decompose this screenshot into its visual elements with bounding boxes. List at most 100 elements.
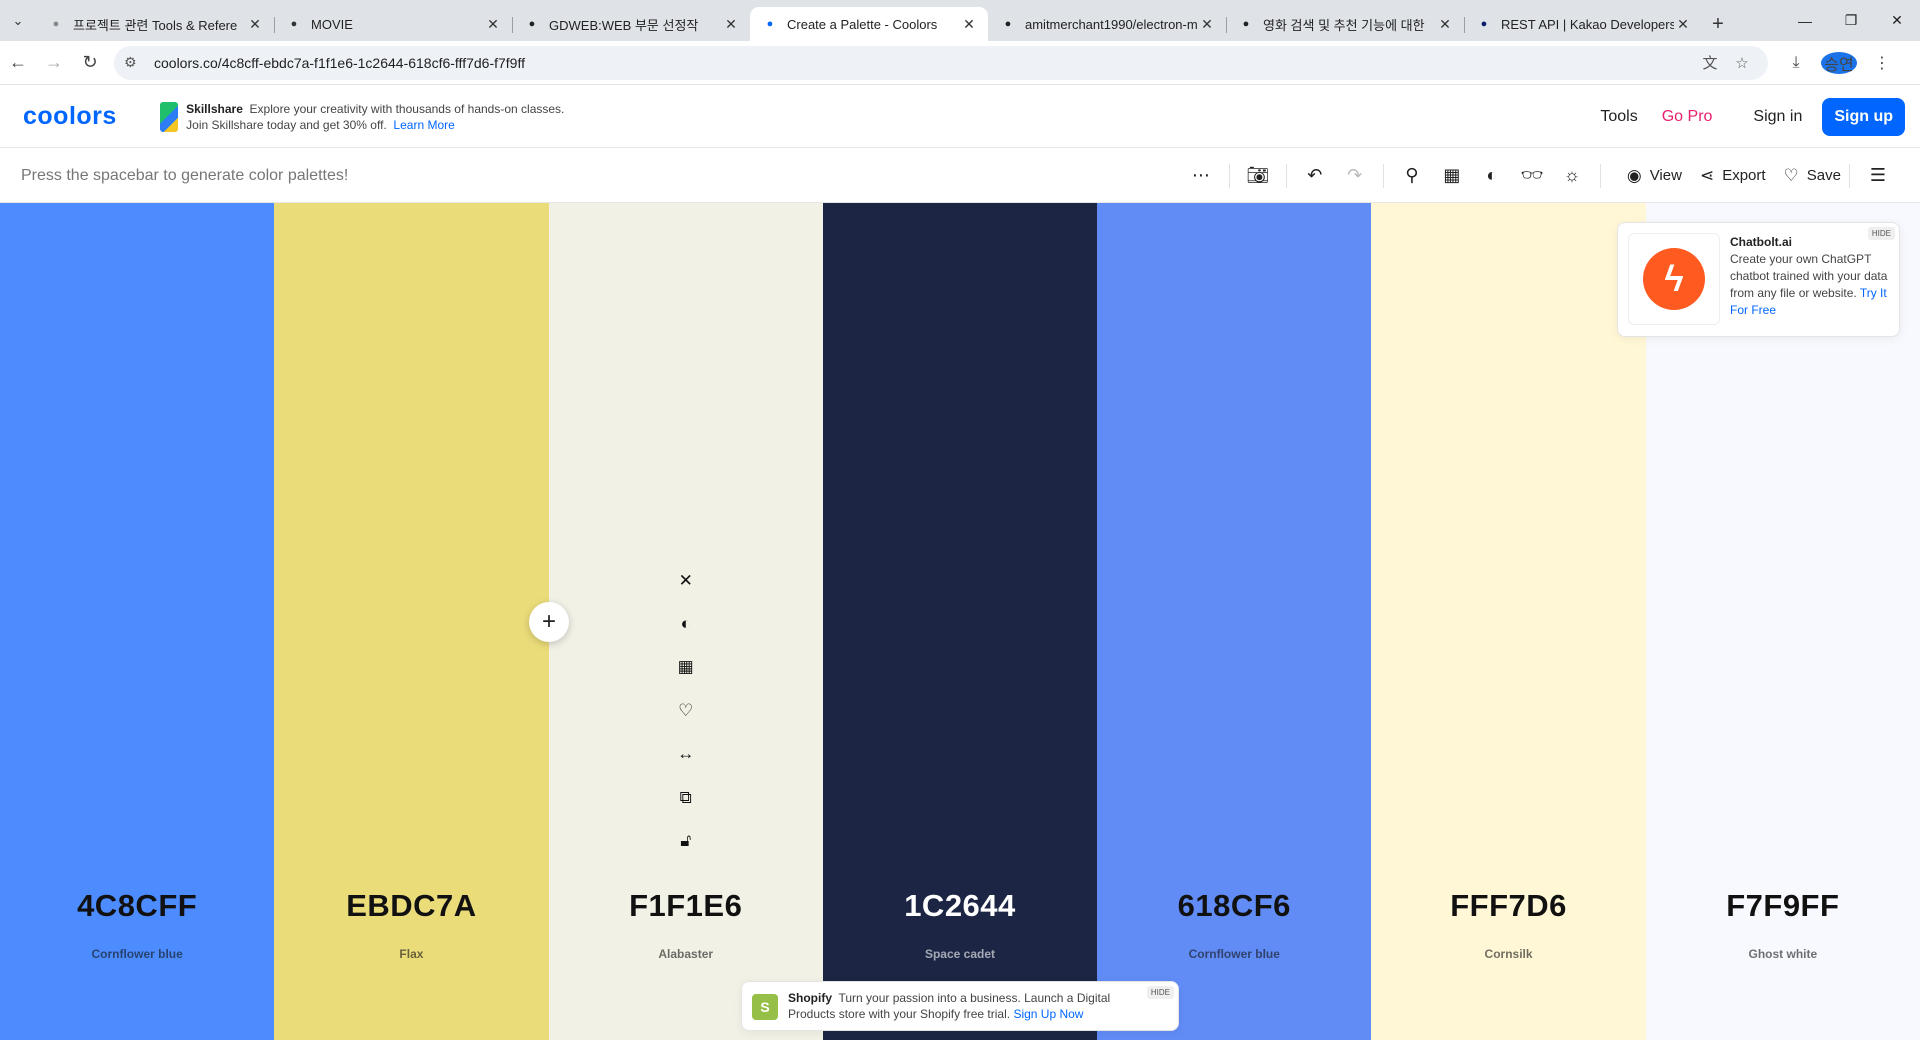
view-shades-icon[interactable]: ▦ (678, 646, 694, 689)
color-hex-code[interactable]: 1C2644 (823, 888, 1097, 924)
contrast-shades-icon[interactable]: ◐ (681, 602, 691, 645)
color-hex-code[interactable]: F7F9FF (1646, 888, 1920, 924)
go-pro-link[interactable]: Go Pro (1662, 108, 1713, 126)
address-bar: ← → ↻ ⚙ coolors.co/4c8cff-ebdc7a-f1f1e6-… (0, 41, 1920, 85)
color-name[interactable]: Cornsilk (1371, 947, 1645, 961)
drag-color-icon[interactable]: ↔ (677, 733, 694, 776)
lock-color-icon[interactable]: 🔓︎ (680, 819, 691, 862)
close-tab-icon[interactable]: ✕ (246, 16, 264, 33)
shopify-bag-icon: S (752, 994, 778, 1020)
erd-icon: ● (290, 18, 298, 30)
minimize-button[interactable]: — (1782, 0, 1828, 41)
close-tab-icon[interactable]: ✕ (722, 16, 740, 33)
color-name[interactable]: Ghost white (1646, 947, 1920, 961)
adjust-palette-icon[interactable]: ⚲ (1392, 165, 1432, 186)
shopify-link[interactable]: Sign Up Now (1013, 1007, 1083, 1021)
color-column[interactable]: 618CF6 Cornflower blue (1097, 203, 1372, 1040)
forward-button[interactable]: → (36, 52, 72, 73)
sign-in-link[interactable]: Sign in (1753, 108, 1802, 126)
restore-button[interactable]: ❐ (1828, 0, 1874, 41)
browser-menu-icon[interactable]: ⋮ (1864, 53, 1900, 73)
tab-title: REST API | Kakao Developers (1501, 16, 1674, 32)
color-name[interactable]: Flax (274, 947, 548, 961)
export-button[interactable]: ⋖ Export (1700, 166, 1766, 186)
hide-ad-button[interactable]: HIDE (1146, 986, 1174, 999)
close-window-button[interactable]: ✕ (1874, 0, 1920, 41)
reload-button[interactable]: ↻ (72, 52, 108, 73)
save-button[interactable]: ♡ Save (1784, 166, 1841, 186)
browser-tab[interactable]: ● REST API | Kakao Developers ✕ (1464, 7, 1702, 41)
color-column[interactable]: 1C2644 Space cadet (822, 203, 1098, 1040)
download-icon[interactable]: ⤓ (1778, 54, 1814, 72)
close-tab-icon[interactable]: ✕ (484, 16, 502, 33)
add-color-button[interactable]: + (529, 602, 569, 642)
browser-tab-strip: ⌄ ● 프로젝트 관련 Tools & Refere ✕ ● MOVIE ✕ ● GDWEB:… (0, 0, 1920, 41)
shopify-ad-card[interactable]: HIDE S Shopify Turn your passion into a … (741, 981, 1179, 1031)
site-info-icon[interactable]: ⚙ (124, 54, 148, 71)
camera-icon[interactable]: 📷︎ (1238, 165, 1278, 186)
hamburger-menu-icon[interactable]: ☰ (1858, 165, 1898, 186)
color-name[interactable]: Space cadet (823, 947, 1097, 961)
grid-icon[interactable]: ▦ (1432, 165, 1472, 186)
tab-search-button[interactable]: ⌄ (0, 0, 36, 41)
color-hex-code[interactable]: EBDC7A (274, 888, 548, 924)
export-label: Export (1722, 167, 1766, 184)
new-tab-button[interactable]: + (1702, 7, 1734, 41)
view-button[interactable]: ◉ View (1627, 166, 1682, 186)
tools-link[interactable]: Tools (1600, 108, 1637, 126)
share-icon: ⋖ (1699, 165, 1715, 185)
back-button[interactable]: ← (0, 52, 36, 73)
close-tab-icon[interactable]: ✕ (960, 16, 978, 33)
contrast-icon[interactable]: ◐ (1472, 165, 1512, 186)
gdweb-icon: ● (528, 18, 536, 30)
browser-tab[interactable]: ● MOVIE ✕ (274, 7, 512, 41)
bookmark-star-icon[interactable]: ☆ (1726, 54, 1758, 72)
close-tab-icon[interactable]: ✕ (1198, 16, 1216, 33)
movie-icon: ● (1242, 18, 1250, 30)
color-column[interactable]: F1F1E6 Alabaster ✕ ◐ ▦ ♡ ↔ ⧉ 🔓︎ (548, 203, 823, 1040)
url-text[interactable]: coolors.co/4c8cff-ebdc7a-f1f1e6-1c2644-6… (154, 55, 1694, 71)
ad-learn-more-link[interactable]: Learn More (393, 118, 454, 132)
site-header: coolors Skillshare Explore your creativi… (0, 86, 1920, 148)
shopify-brand: Shopify (788, 991, 832, 1005)
copy-hex-icon[interactable]: ⧉ (680, 776, 692, 819)
color-name[interactable]: Alabaster (549, 947, 823, 961)
tab-title: Create a Palette - Coolors (787, 16, 938, 32)
undo-icon[interactable]: ↶ (1295, 165, 1335, 186)
tab-title: 프로젝트 관련 Tools & Refere (73, 17, 238, 33)
chatbolt-logo: ϟ (1628, 233, 1720, 325)
color-column[interactable]: EBDC7A Flax (274, 203, 549, 1040)
wrench-icon: ● (52, 18, 60, 30)
color-hex-code[interactable]: F1F1E6 (549, 888, 823, 924)
color-column[interactable]: FFF7D6 Cornsilk (1371, 203, 1646, 1040)
close-tab-icon[interactable]: ✕ (1436, 16, 1454, 33)
browser-tab[interactable]: ● GDWEB:WEB 부문 선정작 ✕ (512, 7, 750, 41)
kakao-icon: ● (1480, 18, 1488, 30)
coolors-logo[interactable]: coolors (23, 102, 135, 131)
toolbar-divider (1382, 163, 1384, 188)
color-hex-code[interactable]: 4C8CFF (0, 888, 274, 924)
browser-tab[interactable]: ● amitmerchant1990/electron-m ✕ (988, 7, 1226, 41)
translate-icon[interactable]: 文 (1694, 52, 1726, 73)
header-ad[interactable]: Skillshare Explore your creativity with … (160, 101, 580, 133)
sign-up-button[interactable]: Sign up (1822, 97, 1905, 136)
close-tab-icon[interactable]: ✕ (1674, 16, 1692, 33)
browser-tab[interactable]: ● 영화 검색 및 추천 기능에 대한 ✕ (1226, 7, 1464, 41)
github-icon: ● (1004, 18, 1012, 30)
favorite-color-icon[interactable]: ♡ (678, 689, 693, 732)
color-blindness-glasses-icon[interactable]: 👓︎ (1512, 165, 1552, 186)
omnibox[interactable]: ⚙ coolors.co/4c8cff-ebdc7a-f1f1e6-1c2644… (114, 45, 1768, 80)
remove-color-icon[interactable]: ✕ (679, 559, 693, 602)
brightness-icon[interactable]: ☼ (1552, 165, 1592, 186)
color-name[interactable]: Cornflower blue (0, 947, 274, 961)
color-hex-code[interactable]: 618CF6 (1097, 888, 1371, 924)
browser-tab[interactable]: ● Create a Palette - Coolors ✕ (750, 7, 988, 41)
color-name[interactable]: Cornflower blue (1097, 947, 1371, 961)
browser-tab[interactable]: ● 프로젝트 관련 Tools & Refere ✕ (36, 7, 274, 41)
color-column[interactable]: 4C8CFF Cornflower blue (0, 203, 275, 1040)
more-options-icon[interactable]: ⋯ (1181, 165, 1221, 186)
redo-icon[interactable]: ↷ (1335, 165, 1375, 186)
chatbolt-ad-card[interactable]: HIDE ϟ Chatbolt.ai Create your own ChatG… (1617, 222, 1900, 337)
color-hex-code[interactable]: FFF7D6 (1371, 888, 1645, 924)
profile-avatar[interactable]: 승연 (1821, 51, 1857, 74)
